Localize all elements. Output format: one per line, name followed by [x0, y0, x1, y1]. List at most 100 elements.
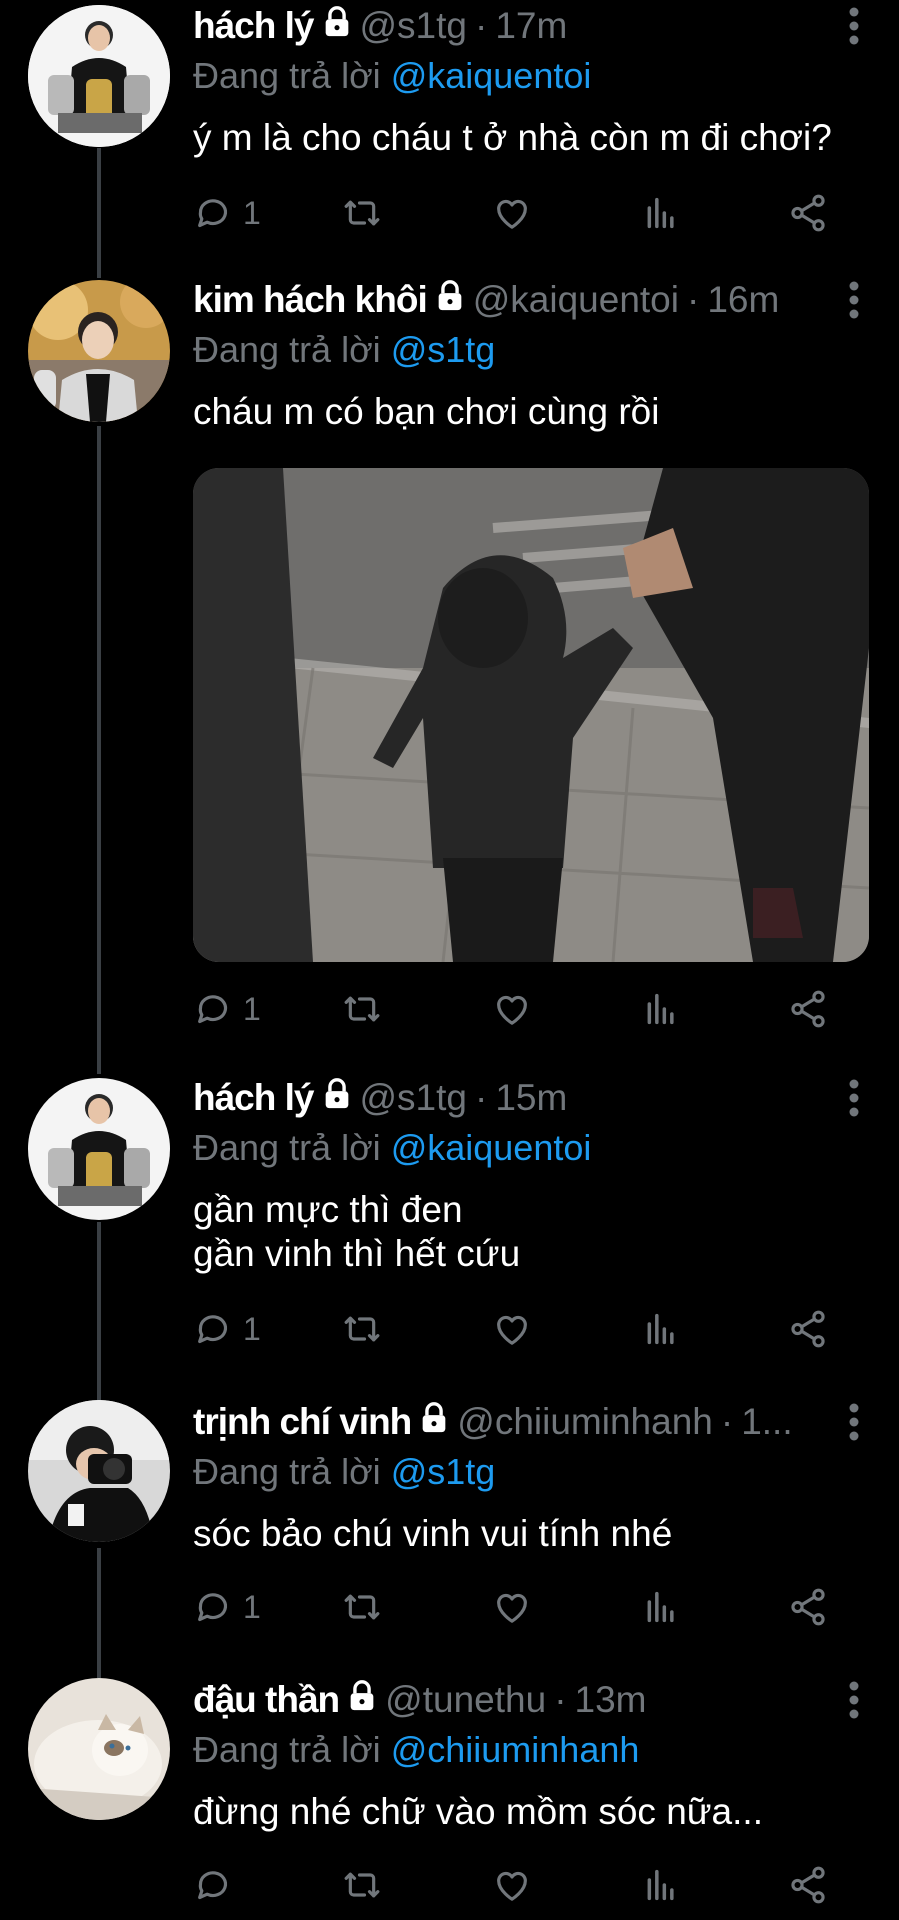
views-button[interactable]	[641, 984, 681, 1034]
user-handle[interactable]: @chiiuminhanh	[457, 1401, 713, 1443]
timestamp[interactable]: 16m	[707, 279, 779, 321]
timestamp[interactable]: 17m	[495, 5, 567, 47]
avatar[interactable]	[28, 1678, 170, 1820]
views-icon	[647, 993, 674, 1025]
mention-link[interactable]: @s1tg	[391, 329, 496, 370]
share-button[interactable]	[787, 188, 829, 238]
retweet-button[interactable]	[341, 984, 383, 1034]
avatar[interactable]	[28, 5, 170, 147]
display-name[interactable]: trịnh chí vinh	[193, 1401, 412, 1443]
retweet-icon	[344, 200, 380, 226]
more-vertical-icon[interactable]	[839, 1076, 869, 1120]
tweet-text: gần mực thì đen gần vinh thì hết cứu	[193, 1189, 521, 1274]
share-icon	[791, 1588, 825, 1626]
views-button[interactable]	[641, 1582, 681, 1632]
retweet-icon	[344, 996, 380, 1022]
retweet-button[interactable]	[341, 1860, 383, 1910]
lock-icon	[345, 1679, 379, 1722]
like-button[interactable]	[491, 188, 533, 238]
reply-button[interactable]: 1	[193, 1582, 261, 1632]
separator-dot: ·	[720, 1401, 734, 1442]
display-name[interactable]: hách lý	[193, 1077, 314, 1119]
avatar[interactable]	[28, 280, 170, 422]
mention-link[interactable]: @kaiquentoi	[391, 1127, 592, 1168]
thread-line	[97, 148, 101, 278]
timestamp[interactable]: 13m	[575, 1679, 647, 1721]
timestamp[interactable]: 15m	[495, 1077, 567, 1119]
action-bar: 1	[193, 1582, 843, 1632]
user-handle[interactable]: @s1tg	[360, 5, 468, 47]
retweet-icon	[344, 1872, 380, 1898]
replying-to: Đang trả lời @kaiquentoi	[193, 1126, 869, 1170]
retweet-button[interactable]	[341, 188, 383, 238]
reply-icon	[198, 1871, 228, 1900]
reply-count: 1	[243, 1588, 261, 1625]
views-button[interactable]	[641, 1304, 681, 1354]
reply-count: 1	[243, 990, 261, 1027]
replying-to-label: Đang trả lời	[193, 1127, 381, 1168]
display-name[interactable]: đậu thần	[193, 1679, 340, 1721]
separator-dot: ·	[475, 1077, 488, 1118]
retweet-icon	[344, 1316, 380, 1342]
replying-to: Đang trả lời @kaiquentoi	[193, 54, 869, 98]
like-button[interactable]	[491, 984, 533, 1034]
views-icon	[647, 1591, 674, 1623]
action-bar	[193, 1860, 843, 1910]
mention-link[interactable]: @chiiuminhanh	[391, 1729, 640, 1770]
reply-button[interactable]: 1	[193, 188, 261, 238]
replying-to: Đang trả lời @s1tg	[193, 1450, 869, 1494]
views-button[interactable]	[641, 1860, 681, 1910]
share-icon	[791, 194, 825, 232]
like-icon	[497, 199, 527, 229]
lock-icon	[417, 1401, 451, 1444]
display-name[interactable]: hách lý	[193, 5, 314, 47]
display-name[interactable]: kim hách khôi	[193, 279, 428, 321]
reply-button[interactable]: 1	[193, 984, 261, 1034]
retweet-icon	[344, 1594, 380, 1620]
reply-button[interactable]: 1	[193, 1304, 261, 1354]
thread-line	[97, 1222, 101, 1400]
timestamp[interactable]: 1...	[741, 1401, 792, 1443]
share-icon	[791, 990, 825, 1028]
reply-button[interactable]	[193, 1860, 243, 1910]
like-button[interactable]	[491, 1304, 533, 1354]
replying-to: Đang trả lời @s1tg	[193, 328, 869, 372]
user-handle[interactable]: @s1tg	[360, 1077, 468, 1119]
share-button[interactable]	[787, 984, 829, 1034]
separator-dot: ·	[475, 5, 488, 46]
more-vertical-icon[interactable]	[839, 1400, 869, 1444]
retweet-button[interactable]	[341, 1304, 383, 1354]
more-vertical-icon[interactable]	[839, 4, 869, 48]
replying-to-label: Đang trả lời	[193, 1451, 381, 1492]
like-button[interactable]	[491, 1860, 533, 1910]
mention-link[interactable]: @s1tg	[391, 1451, 496, 1492]
reply-icon	[198, 1315, 228, 1344]
avatar[interactable]	[28, 1400, 170, 1542]
user-handle[interactable]: @kaiquentoi	[473, 279, 679, 321]
mention-link[interactable]: @kaiquentoi	[391, 55, 592, 96]
more-vertical-icon[interactable]	[839, 278, 869, 322]
views-icon	[647, 1313, 674, 1345]
more-vertical-icon[interactable]	[839, 1678, 869, 1722]
tweet-photo[interactable]	[193, 468, 869, 962]
tweet-text: cháu m có bạn chơi cùng rồi	[193, 391, 660, 432]
views-button[interactable]	[641, 188, 681, 238]
share-button[interactable]	[787, 1304, 829, 1354]
retweet-button[interactable]	[341, 1582, 383, 1632]
thread-line	[97, 426, 101, 1074]
tweet-header: kim hách khôi @kaiquentoi · 16m	[193, 278, 869, 322]
tweet-text: sóc bảo chú vinh vui tính nhé	[193, 1513, 673, 1554]
lock-icon	[320, 1077, 354, 1120]
action-bar: 1	[193, 1304, 843, 1354]
like-icon	[497, 1315, 527, 1345]
avatar[interactable]	[28, 1078, 170, 1220]
share-button[interactable]	[787, 1860, 829, 1910]
share-icon	[791, 1866, 825, 1904]
tweet-header: hách lý @s1tg · 17m	[193, 4, 869, 48]
like-icon	[497, 1871, 527, 1901]
like-button[interactable]	[491, 1582, 533, 1632]
separator-dot: ·	[686, 279, 700, 320]
reply-icon	[198, 199, 228, 228]
user-handle[interactable]: @tunethu	[385, 1679, 546, 1721]
share-button[interactable]	[787, 1582, 829, 1632]
